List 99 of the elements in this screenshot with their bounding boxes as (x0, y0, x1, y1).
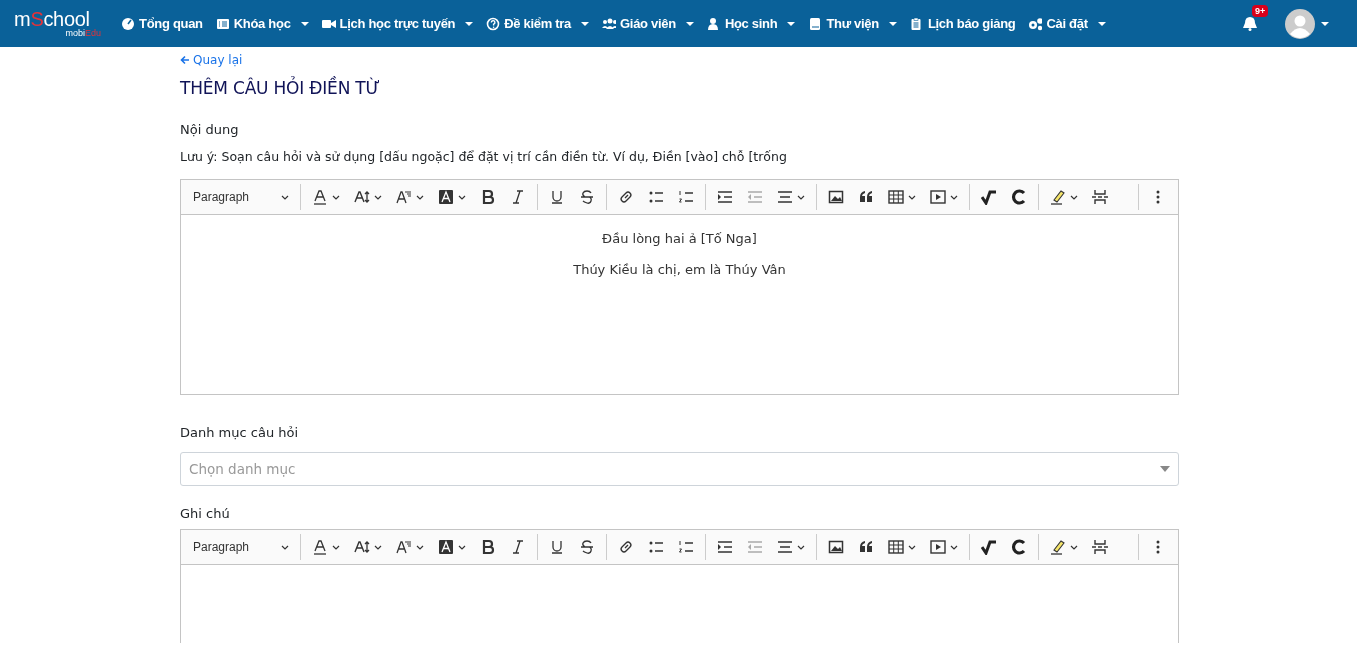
editor-area[interactable]: Đầu lòng hai ả [Tố Nga] Thúy Kiều là chị, em là Thúy Vân (180, 215, 1179, 395)
indent-icon (717, 189, 733, 205)
caret-icon (1321, 21, 1329, 26)
align-center-icon (777, 189, 793, 205)
quote-icon (858, 189, 874, 205)
bell-icon (1243, 16, 1257, 31)
hint-text: Lưu ý: Soạn câu hỏi và sử dụng [dấu ngoặc] để đặt vị trí cần điền từ. Ví dụ, Điền [vào] chỗ [trống (180, 149, 788, 164)
chevron-icon (908, 194, 916, 200)
image-icon (828, 189, 844, 205)
chevron-icon (950, 544, 958, 550)
math-check-icon (981, 189, 997, 205)
chevron-icon (374, 544, 382, 550)
outdent-icon (747, 539, 763, 555)
nav-item[interactable]: Thư viện (808, 16, 897, 31)
quote-icon (858, 539, 874, 555)
strikethrough-icon (579, 539, 595, 555)
font-color-icon (312, 539, 328, 555)
chevron-icon (797, 544, 805, 550)
c-letter-icon (1011, 539, 1027, 555)
table-icon (888, 539, 904, 555)
nav-item[interactable]: Lịch học trực tuyến (321, 16, 474, 31)
italic-icon (510, 189, 526, 205)
heading-dropdown[interactable]: Paragraph (187, 533, 295, 561)
chevron-icon (281, 544, 289, 550)
avatar-icon (1285, 8, 1315, 39)
list-icon (215, 16, 230, 31)
chevron-icon (1070, 544, 1078, 550)
chevron-icon (332, 544, 340, 550)
chevron-icon (458, 194, 466, 200)
page-title: THÊM CÂU HỎI ĐIỀN TỪ (180, 78, 381, 98)
gauge-icon (121, 16, 135, 31)
italic-icon (510, 539, 526, 555)
heading-dropdown[interactable]: Paragraph (187, 183, 295, 211)
question-circle-icon (486, 16, 501, 31)
link-icon (618, 539, 634, 555)
nav-item[interactable]: Đề kiểm tra (486, 16, 590, 31)
user-menu[interactable] (1285, 8, 1329, 39)
numbered-list-icon (678, 539, 694, 555)
underline-icon (549, 189, 565, 205)
font-size-icon (354, 539, 370, 555)
font-family-icon (396, 539, 412, 555)
background-color-icon (438, 189, 454, 205)
strikethrough-icon (579, 189, 595, 205)
chevron-icon (908, 544, 916, 550)
indent-icon (717, 539, 733, 555)
paragraph-text: Thúy Kiều là chị, em là Thúy Vân (572, 262, 787, 277)
font-family-icon (396, 189, 412, 205)
chevron-icon (332, 194, 340, 200)
book-icon (808, 16, 823, 31)
users-icon (602, 16, 617, 31)
nav-item[interactable]: Lịch báo giảng (909, 16, 1016, 31)
chevron-icon (458, 544, 466, 550)
bold-icon (480, 189, 496, 205)
nav-item[interactable]: Cài đặt (1028, 16, 1106, 31)
image-icon (828, 539, 844, 555)
chevron-icon (281, 194, 289, 200)
numbered-list-icon (678, 189, 694, 205)
chevron-icon (797, 194, 805, 200)
paragraph-text: Đầu lòng hai ả [Tố Nga] (601, 231, 758, 246)
page-break-icon (1092, 539, 1108, 555)
link-icon (618, 189, 634, 205)
font-size-icon (354, 189, 370, 205)
clipboard-icon (909, 16, 924, 31)
media-icon (930, 189, 946, 205)
media-icon (930, 539, 946, 555)
bold-icon (480, 539, 496, 555)
outdent-icon (747, 189, 763, 205)
notification-badge: 9+ (1252, 5, 1269, 17)
chevron-icon (950, 194, 958, 200)
font-color-icon (312, 189, 328, 205)
chevron-icon (416, 194, 424, 200)
logo-subtitle: mobiEdu (65, 29, 101, 38)
table-icon (888, 189, 904, 205)
field-label: Danh mục câu hỏi (180, 425, 300, 440)
bulleted-list-icon (648, 189, 664, 205)
gears-icon (1028, 16, 1043, 31)
page-break-icon (1092, 189, 1108, 205)
chevron-icon (1070, 194, 1078, 200)
nav-item[interactable]: Khóa học (215, 16, 309, 31)
c-letter-icon (1011, 189, 1027, 205)
dropdown-arrow-icon (1160, 466, 1170, 472)
background-color-icon (438, 539, 454, 555)
underline-icon (549, 539, 565, 555)
bulleted-list-icon (648, 539, 664, 555)
logo-text: mSchool (14, 9, 90, 29)
back-link[interactable]: Quay lại (180, 53, 243, 67)
nav-item[interactable]: Tổng quan (121, 16, 203, 31)
field-label: Nội dung (180, 122, 240, 137)
user-icon (706, 16, 721, 31)
align-center-icon (777, 539, 793, 555)
arrow-left-icon (180, 55, 190, 65)
nav-item[interactable]: Học sinh (706, 16, 796, 31)
highlighter-icon (1050, 539, 1066, 555)
nav-item[interactable]: Giáo viên (602, 16, 694, 31)
chevron-icon (416, 544, 424, 550)
math-check-icon (981, 539, 997, 555)
chevron-icon (374, 194, 382, 200)
highlighter-icon (1050, 189, 1066, 205)
field-label: Ghi chú (180, 506, 231, 521)
